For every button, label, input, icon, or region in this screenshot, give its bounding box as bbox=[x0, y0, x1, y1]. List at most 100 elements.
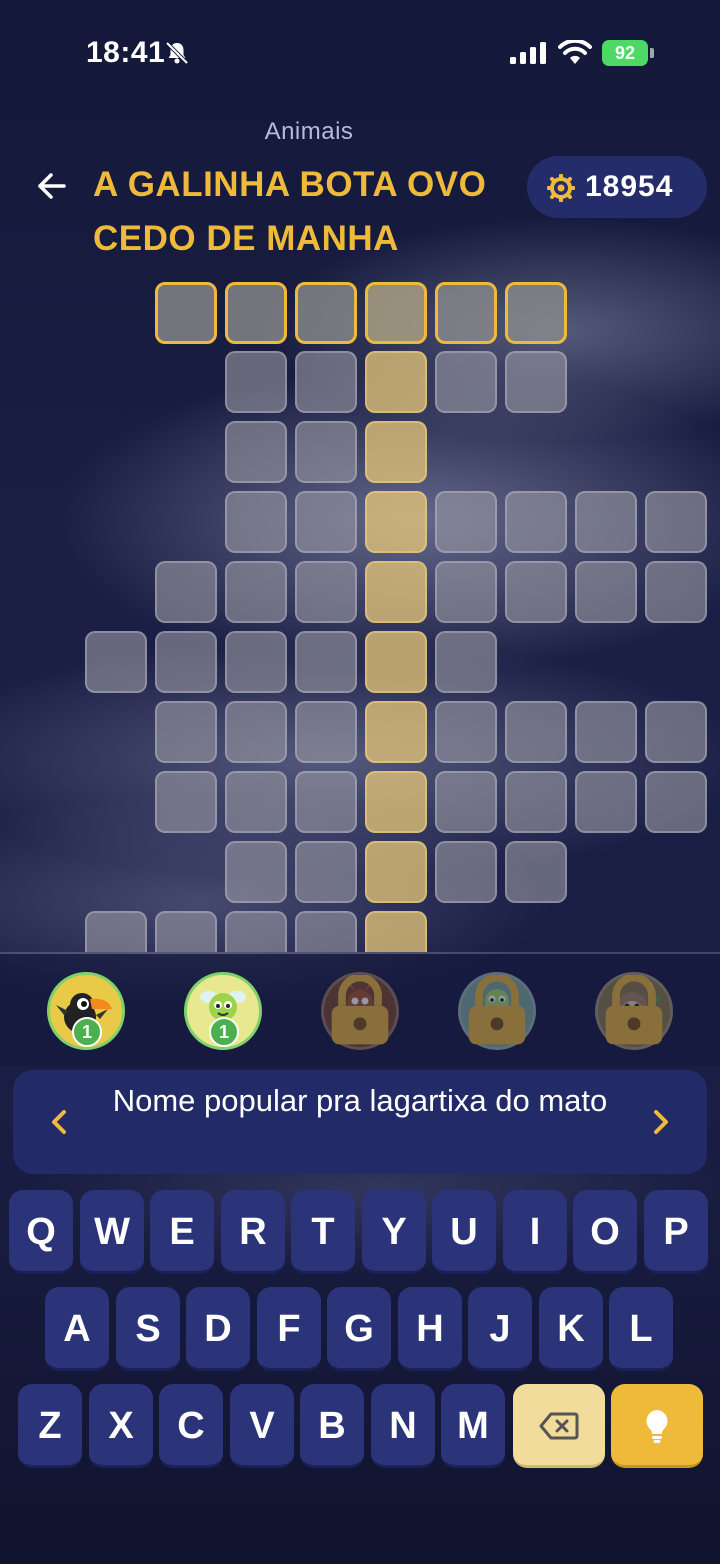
grid-cell[interactable] bbox=[225, 701, 287, 763]
key-l[interactable]: L bbox=[609, 1287, 673, 1371]
grid-cell[interactable] bbox=[435, 351, 497, 413]
grid-cell[interactable] bbox=[295, 771, 357, 833]
grid-cell[interactable] bbox=[435, 771, 497, 833]
grid-cell[interactable] bbox=[365, 282, 427, 344]
grid-cell[interactable] bbox=[295, 841, 357, 903]
key-z[interactable]: Z bbox=[18, 1384, 82, 1468]
grid-cell[interactable] bbox=[85, 631, 147, 693]
character-ant-locked[interactable] bbox=[321, 972, 399, 1050]
chevron-left-icon[interactable] bbox=[45, 1106, 73, 1138]
grid-cell[interactable] bbox=[435, 282, 497, 344]
grid-cell[interactable] bbox=[365, 421, 427, 483]
key-r[interactable]: R bbox=[221, 1190, 285, 1274]
grid-cell[interactable] bbox=[295, 421, 357, 483]
key-v[interactable]: V bbox=[230, 1384, 294, 1468]
key-u[interactable]: U bbox=[432, 1190, 496, 1274]
key-w[interactable]: W bbox=[80, 1190, 144, 1274]
key-j[interactable]: J bbox=[468, 1287, 532, 1371]
key-e[interactable]: E bbox=[150, 1190, 214, 1274]
grid-cell[interactable] bbox=[505, 491, 567, 553]
grid-cell[interactable] bbox=[295, 631, 357, 693]
grid-cell[interactable] bbox=[575, 701, 637, 763]
chevron-right-icon[interactable] bbox=[647, 1106, 675, 1138]
grid-cell[interactable] bbox=[365, 701, 427, 763]
grid-cell[interactable] bbox=[435, 631, 497, 693]
grid-cell[interactable] bbox=[295, 282, 357, 344]
grid-cell[interactable] bbox=[365, 561, 427, 623]
key-n[interactable]: N bbox=[371, 1384, 435, 1468]
grid-cell[interactable] bbox=[435, 561, 497, 623]
arrow-left-icon[interactable] bbox=[34, 168, 70, 204]
key-y[interactable]: Y bbox=[362, 1190, 426, 1274]
grid-cell[interactable] bbox=[365, 351, 427, 413]
character-turtle-locked[interactable] bbox=[458, 972, 536, 1050]
key-o[interactable]: O bbox=[573, 1190, 637, 1274]
key-k[interactable]: K bbox=[539, 1287, 603, 1371]
grid-cell[interactable] bbox=[155, 701, 217, 763]
grid-cell[interactable] bbox=[295, 701, 357, 763]
coin-balance[interactable]: 18954 bbox=[527, 156, 707, 218]
character-badge: 1 bbox=[72, 1017, 102, 1047]
grid-cell[interactable] bbox=[575, 491, 637, 553]
grid-cell[interactable] bbox=[225, 561, 287, 623]
key-g[interactable]: G bbox=[327, 1287, 391, 1371]
grid-cell[interactable] bbox=[225, 421, 287, 483]
grid-cell[interactable] bbox=[295, 561, 357, 623]
key-i[interactable]: I bbox=[503, 1190, 567, 1274]
grid-cell[interactable] bbox=[645, 701, 707, 763]
key-f[interactable]: F bbox=[257, 1287, 321, 1371]
key-s[interactable]: S bbox=[116, 1287, 180, 1371]
key-x[interactable]: X bbox=[89, 1384, 153, 1468]
character-sloth-locked[interactable] bbox=[595, 972, 673, 1050]
grid-cell[interactable] bbox=[505, 771, 567, 833]
key-a[interactable]: A bbox=[45, 1287, 109, 1371]
key-c[interactable]: C bbox=[159, 1384, 223, 1468]
character-toucan[interactable]: 1 bbox=[47, 972, 125, 1050]
grid-cell[interactable] bbox=[85, 911, 147, 952]
grid-cell[interactable] bbox=[225, 351, 287, 413]
grid-cell[interactable] bbox=[155, 631, 217, 693]
backspace-key[interactable] bbox=[513, 1384, 605, 1468]
grid-cell[interactable] bbox=[505, 701, 567, 763]
grid-cell[interactable] bbox=[155, 561, 217, 623]
grid-cell[interactable] bbox=[575, 771, 637, 833]
grid-cell[interactable] bbox=[155, 911, 217, 952]
grid-cell[interactable] bbox=[225, 631, 287, 693]
key-m[interactable]: M bbox=[441, 1384, 505, 1468]
key-d[interactable]: D bbox=[186, 1287, 250, 1371]
character-bee[interactable]: 1 bbox=[184, 972, 262, 1050]
grid-cell[interactable] bbox=[365, 491, 427, 553]
grid-cell[interactable] bbox=[645, 561, 707, 623]
grid-cell[interactable] bbox=[645, 491, 707, 553]
grid-cell[interactable] bbox=[225, 841, 287, 903]
key-b[interactable]: B bbox=[300, 1384, 364, 1468]
grid-cell[interactable] bbox=[505, 841, 567, 903]
grid-cell[interactable] bbox=[505, 282, 567, 344]
grid-cell[interactable] bbox=[225, 282, 287, 344]
grid-cell[interactable] bbox=[295, 351, 357, 413]
grid-cell[interactable] bbox=[505, 561, 567, 623]
key-t[interactable]: T bbox=[291, 1190, 355, 1274]
grid-cell[interactable] bbox=[365, 631, 427, 693]
key-q[interactable]: Q bbox=[9, 1190, 73, 1274]
grid-cell[interactable] bbox=[365, 911, 427, 952]
grid-cell[interactable] bbox=[155, 771, 217, 833]
grid-cell[interactable] bbox=[365, 841, 427, 903]
grid-cell[interactable] bbox=[365, 771, 427, 833]
key-h[interactable]: H bbox=[398, 1287, 462, 1371]
grid-cell[interactable] bbox=[295, 911, 357, 952]
character-bar: 1 1 bbox=[0, 954, 720, 1066]
key-p[interactable]: P bbox=[644, 1190, 708, 1274]
grid-cell[interactable] bbox=[575, 561, 637, 623]
grid-cell[interactable] bbox=[505, 351, 567, 413]
grid-cell[interactable] bbox=[155, 282, 217, 344]
grid-cell[interactable] bbox=[225, 491, 287, 553]
grid-cell[interactable] bbox=[225, 771, 287, 833]
hint-key[interactable] bbox=[611, 1384, 703, 1468]
grid-cell[interactable] bbox=[435, 491, 497, 553]
grid-cell[interactable] bbox=[295, 491, 357, 553]
grid-cell[interactable] bbox=[435, 701, 497, 763]
grid-cell[interactable] bbox=[435, 841, 497, 903]
grid-cell[interactable] bbox=[645, 771, 707, 833]
grid-cell[interactable] bbox=[225, 911, 287, 952]
